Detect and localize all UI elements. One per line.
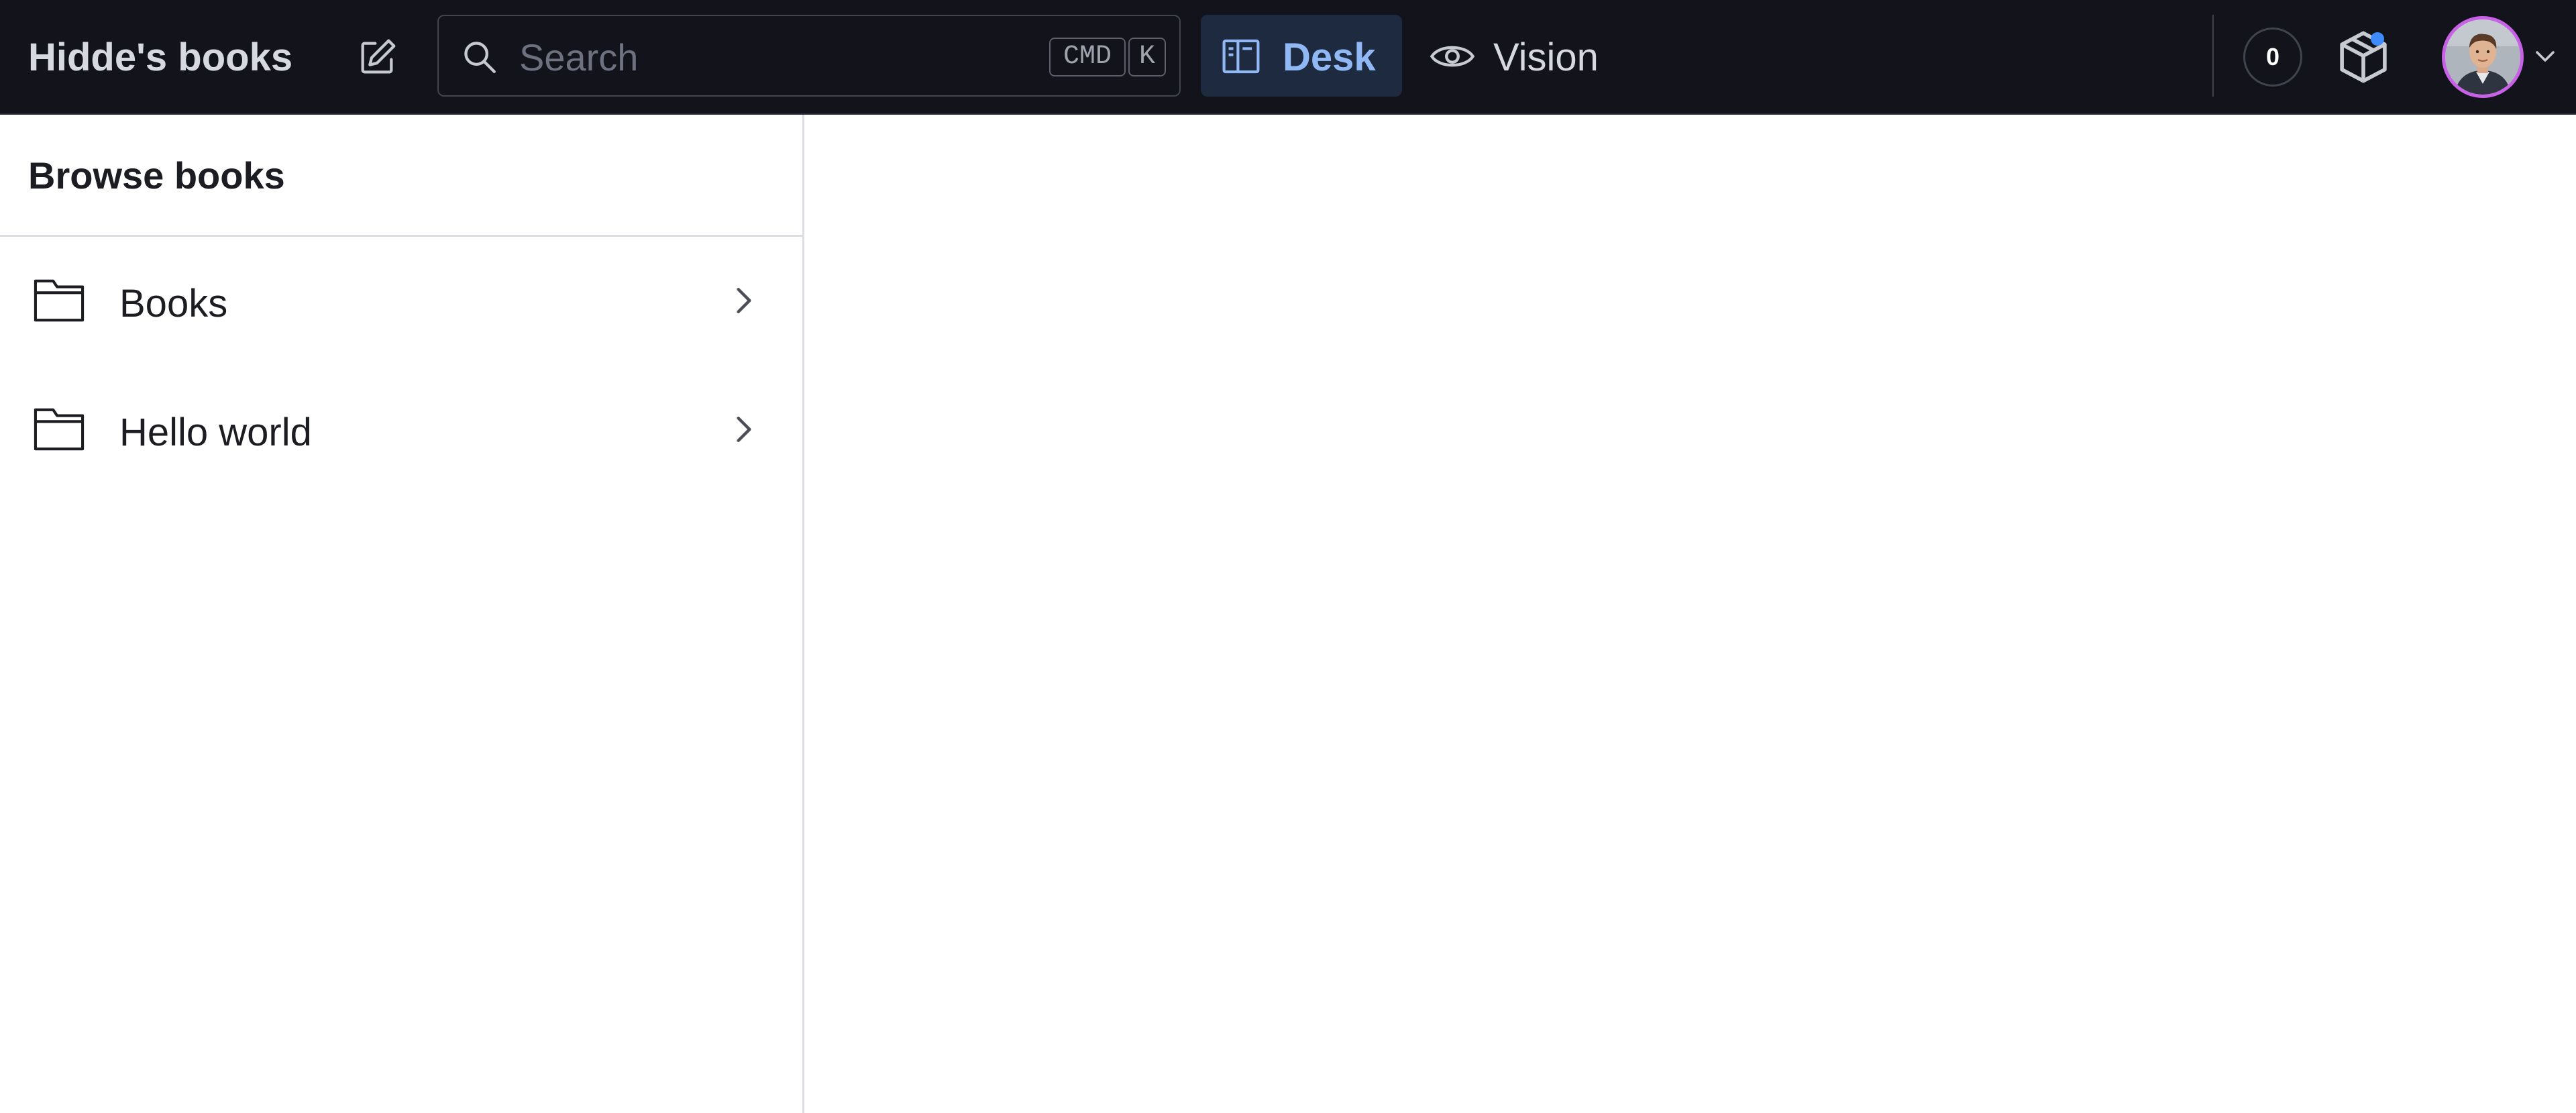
folder-icon xyxy=(34,408,85,451)
compose-button[interactable] xyxy=(345,25,409,90)
chevron-right-icon xyxy=(737,288,751,313)
status-count-badge[interactable]: 0 xyxy=(2243,28,2302,87)
search-field[interactable]: CMD K xyxy=(437,15,1181,97)
folder-icon xyxy=(34,279,85,322)
browse-sidebar: Browse books Books Hello world xyxy=(0,115,804,1113)
main-pane xyxy=(806,115,2576,1113)
user-avatar-image xyxy=(2445,19,2520,95)
package-icon xyxy=(2340,31,2387,83)
sidebar-title: Browse books xyxy=(28,154,285,197)
sidebar-item-hello-world[interactable]: Hello world xyxy=(0,366,802,493)
sidebar-header: Browse books xyxy=(0,115,802,237)
tool-vision[interactable]: Vision xyxy=(1415,15,1617,97)
tool-desk[interactable]: Desk xyxy=(1201,15,1402,97)
sidebar-item-books[interactable]: Books xyxy=(0,237,802,364)
navbar-divider xyxy=(2212,15,2214,97)
search-input[interactable] xyxy=(519,34,922,81)
tool-desk-label: Desk xyxy=(1283,36,1376,79)
chevron-down-icon[interactable] xyxy=(2533,46,2557,67)
top-navbar: Hidde's books CMD K Desk Vision xyxy=(0,0,2576,115)
shortcut-key-cmd: CMD xyxy=(1049,38,1126,76)
sidebar-item-label: Hello world xyxy=(119,411,312,454)
eye-icon xyxy=(1430,46,1475,67)
tool-vision-label: Vision xyxy=(1493,36,1599,79)
notification-dot xyxy=(2371,32,2384,46)
avatar[interactable] xyxy=(2442,16,2524,98)
search-icon xyxy=(464,42,496,73)
package-button[interactable] xyxy=(2333,27,2394,87)
chevron-right-icon xyxy=(737,417,751,442)
shortcut-key-k: K xyxy=(1128,38,1166,76)
sidebar-item-label: Books xyxy=(119,282,228,325)
app-title[interactable]: Hidde's books xyxy=(28,35,292,80)
compose-icon xyxy=(361,39,396,74)
desk-icon xyxy=(1222,39,1260,74)
